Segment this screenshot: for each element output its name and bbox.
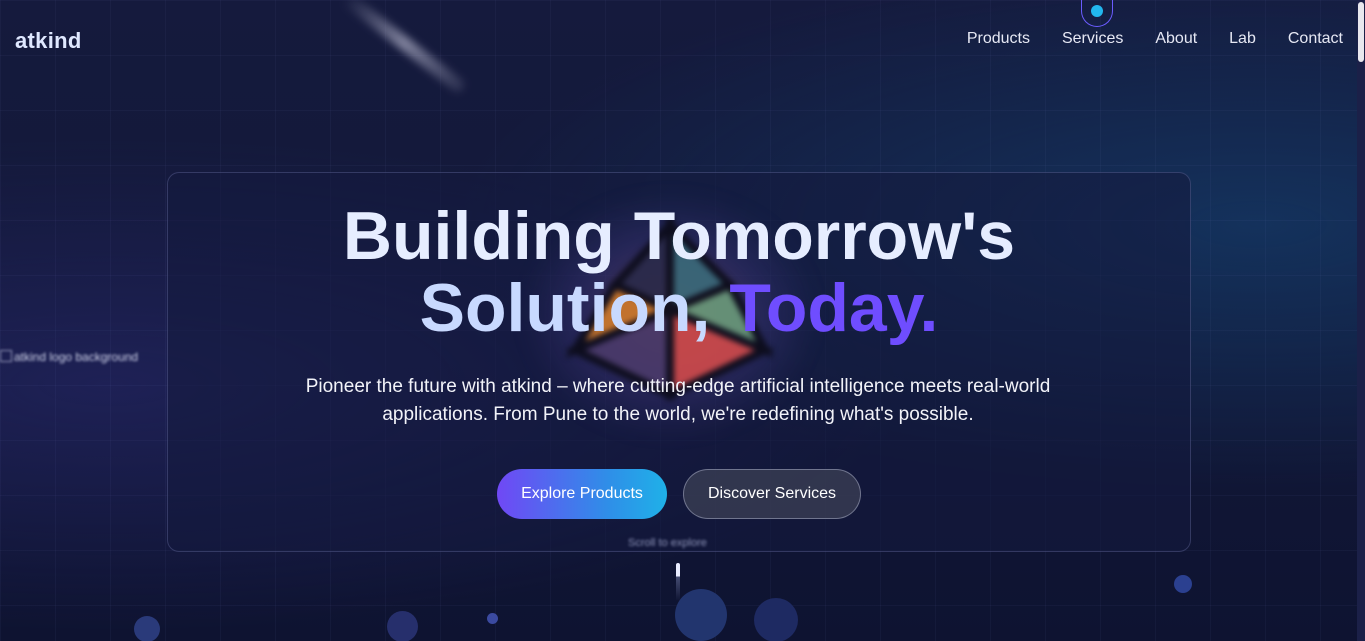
site-logo[interactable]: atkind xyxy=(15,28,82,54)
decorative-orb xyxy=(754,598,798,641)
decorative-orb xyxy=(675,589,727,641)
hero-title: Building Tomorrow's Solution, Today. xyxy=(167,200,1191,344)
decorative-orb xyxy=(387,611,418,641)
nav-contact[interactable]: Contact xyxy=(1288,30,1343,48)
page-scrollbar[interactable] xyxy=(1357,0,1365,641)
hero-title-accent: Today. xyxy=(729,270,939,346)
scroll-hint: Scroll to explore xyxy=(628,537,707,549)
broken-image-alt-text: atkind logo background xyxy=(0,350,138,364)
decorative-orb xyxy=(487,613,498,624)
discover-services-button[interactable]: Discover Services xyxy=(683,469,861,519)
nav-products[interactable]: Products xyxy=(967,30,1030,48)
decorative-orb xyxy=(1174,575,1192,593)
main-nav: Products Services About Lab Contact xyxy=(967,30,1343,48)
nav-services[interactable]: Services xyxy=(1062,30,1123,48)
explore-products-button[interactable]: Explore Products xyxy=(497,469,667,519)
decorative-orb xyxy=(134,616,160,641)
nav-about[interactable]: About xyxy=(1155,30,1197,48)
hero-description: Pioneer the future with atkind – where c… xyxy=(305,376,1051,425)
hero-title-line1: Building Tomorrow's xyxy=(342,198,1016,274)
scroll-indicator-icon xyxy=(676,563,680,601)
nav-lab[interactable]: Lab xyxy=(1229,30,1256,48)
scrollbar-thumb[interactable] xyxy=(1358,2,1364,62)
hero-title-line2: Solution, xyxy=(419,270,730,346)
